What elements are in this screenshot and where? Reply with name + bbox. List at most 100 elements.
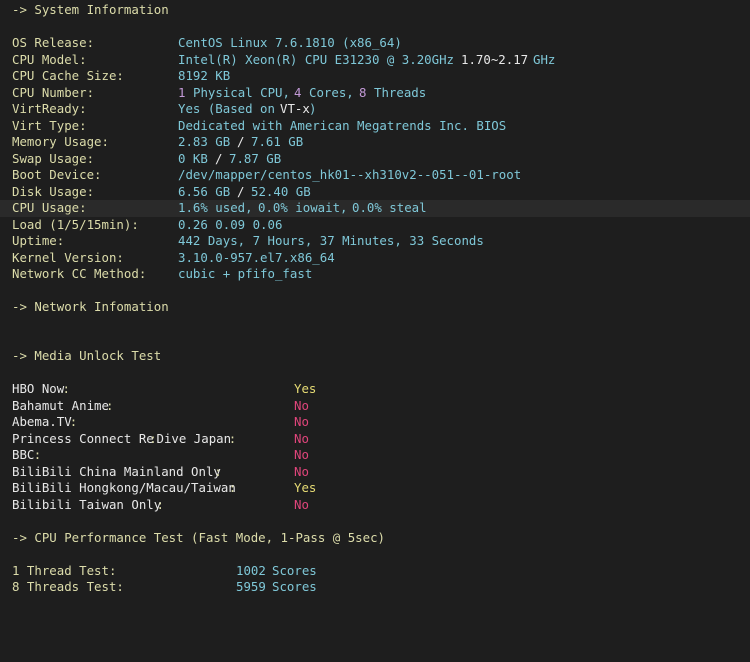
os-release-value: CentOS Linux 7.6.1810 (x86_64) [178,35,402,50]
virt-ready-value: Yes (Based on [178,101,275,116]
network-info-header-line: -> Network Infomation [0,299,750,316]
virt-type-label: Virt Type: [12,117,87,133]
media-row-bilibili-hk-macau-tw: BiliBili Hongkong/Macau/Taiwan : Yes [0,480,750,497]
uptime-value: 442 Days, 7 Hours, 37 Minutes, 33 Second… [178,233,484,248]
virt-type-row: Virt Type: Dedicated with American Megat… [0,118,750,135]
terminal-output: -> System Information OS Release: CentOS… [0,0,750,616]
memory-usage-label: Memory Usage: [12,134,109,149]
threads-count: 8 [359,84,367,100]
cpu-usage-label: CPU Usage: [12,200,87,215]
disk-usage-label: Disk Usage: [12,183,95,199]
cpu-perf-score: 1002 [236,562,266,578]
media-result-no: No [294,463,309,479]
cpu-iowait: 0.0% iowait, [258,200,348,215]
cpu-frequency: 1.70~2.17 [461,51,529,67]
media-colon: : [33,447,42,462]
cpu-perf-row-8-threads: 8 Threads Test: 5959 Scores [0,579,750,596]
cpu-model-value: Intel(R) Xeon(R) CPU E31230 @ 3.20GHz [178,51,455,67]
network-cc-row: Network CC Method: cubic + pfifo_fast [0,266,750,283]
virt-tech: VT-x [280,101,310,116]
cpu-cache-label: CPU Cache Size: [12,68,124,83]
media-service-name: Bahamut Anime [12,397,109,413]
swap-separator: / [215,150,223,166]
media-colon: : [214,463,222,479]
media-colon: : [62,381,70,396]
section-header-media: -> Media Unlock Test [12,348,162,363]
os-release-label: OS Release: [12,35,95,50]
cpu-steal: 0.0% steal [352,200,427,215]
virt-ready-close: ) [309,101,317,116]
cpu-perf-header-line: -> CPU Performance Test (Fast Mode, 1-Pa… [0,530,750,547]
media-row-bahamut-anime: Bahamut Anime : No [0,398,750,415]
memory-total: 7.61 GB [251,134,304,149]
disk-separator: / [237,183,245,199]
media-row-princess-connect: Princess Connect Re : Dive Japan : No [0,431,750,448]
section-header-cpu-perf: -> CPU Performance Test (Fast Mode, 1-Pa… [12,529,385,545]
memory-usage-row: Memory Usage: 2.83 GB / 7.61 GB [0,134,750,151]
media-service-name: BBC [12,447,35,462]
kernel-version-value: 3.10.0-957.el7.x86_64 [178,249,335,265]
cpu-perf-score: 5959 [236,579,266,594]
load-row: Load (1/5/15min): 0.26 0.09 0.06 [0,217,750,234]
media-result-no: No [294,397,309,413]
media-service-name-part2: Dive Japan [156,430,232,446]
media-service-name: BiliBili China Mainland Only [12,463,221,479]
disk-usage-row: Disk Usage: 6.56 GB / 52.40 GB [0,184,750,201]
media-colon: : [156,496,164,512]
memory-separator: / [237,134,245,149]
swap-usage-label: Swap Usage: [12,150,95,166]
cores-label: Cores, [309,84,354,100]
boot-device-row: Boot Device: /dev/mapper/centos_hk01--xh… [0,167,750,184]
swap-total: 7.87 GB [229,150,282,166]
media-colon: : [69,414,78,429]
cpu-number-label: CPU Number: [12,84,95,100]
cpu-perf-label: 1 Thread Test: [12,562,117,578]
uptime-row: Uptime: 442 Days, 7 Hours, 37 Minutes, 3… [0,233,750,250]
media-result-yes: Yes [294,480,317,495]
cpu-perf-unit: Scores [272,562,317,578]
media-result-no: No [294,414,309,429]
swap-used: 0 KB [178,150,208,166]
media-service-name: Bilibili Taiwan Only [12,496,162,512]
media-service-name: Princess Connect Re [12,430,154,446]
media-service-name: Abema.TV [12,414,72,429]
cpu-number-row: CPU Number: 1 Physical CPU, 4 Cores, 8 T… [0,85,750,102]
media-result-no: No [294,430,309,446]
cpu-perf-unit: Scores [272,579,317,594]
media-service-name: HBO Now [12,381,65,396]
section-header-network: -> Network Infomation [12,299,169,314]
virt-ready-label: VirtReady: [12,101,87,116]
virt-ready-row: VirtReady: Yes (Based on VT-x ) [0,101,750,118]
section-header-system: -> System Information [12,2,169,17]
virt-type-value: Dedicated with American Megatrends Inc. … [178,117,507,133]
cpu-cache-value: 8192 KB [178,68,231,83]
media-row-abema-tv: Abema.TV : No [0,414,750,431]
media-row-bbc: BBC : No [0,447,750,464]
kernel-version-row: Kernel Version: 3.10.0-957.el7.x86_64 [0,250,750,267]
system-info-header-line: -> System Information [0,2,750,19]
cpu-used: 1.6% used, [178,200,253,215]
media-row-bilibili-mainland: BiliBili China Mainland Only : No [0,464,750,481]
disk-total: 52.40 GB [251,183,311,199]
cpu-perf-label: 8 Threads Test: [12,579,124,594]
cores-count: 4 [294,84,302,100]
cpu-perf-row-1-thread: 1 Thread Test: 1002 Scores [0,563,750,580]
cpu-model-row: CPU Model: Intel(R) Xeon(R) CPU E31230 @… [0,52,750,69]
media-service-name: BiliBili Hongkong/Macau/Taiwan [12,480,236,495]
media-result-no: No [294,496,309,512]
boot-device-label: Boot Device: [12,167,102,182]
cpu-usage-row: CPU Usage: 1.6% used, 0.0% iowait, 0.0% … [0,200,750,217]
media-row-bilibili-taiwan: Bilibili Taiwan Only : No [0,497,750,514]
physical-cpu-count: 1 [178,84,186,100]
network-cc-label: Network CC Method: [12,266,147,281]
cpu-frequency-unit: GHz [533,51,556,67]
threads-label: Threads [374,84,427,100]
media-colon: : [228,430,237,446]
kernel-version-label: Kernel Version: [12,249,124,265]
media-unlock-header-line: -> Media Unlock Test [0,348,750,365]
media-colon: : [228,480,237,495]
load-value: 0.26 0.09 0.06 [178,216,283,232]
media-result-no: No [294,447,309,462]
cpu-model-label: CPU Model: [12,51,87,67]
uptime-label: Uptime: [12,233,65,248]
